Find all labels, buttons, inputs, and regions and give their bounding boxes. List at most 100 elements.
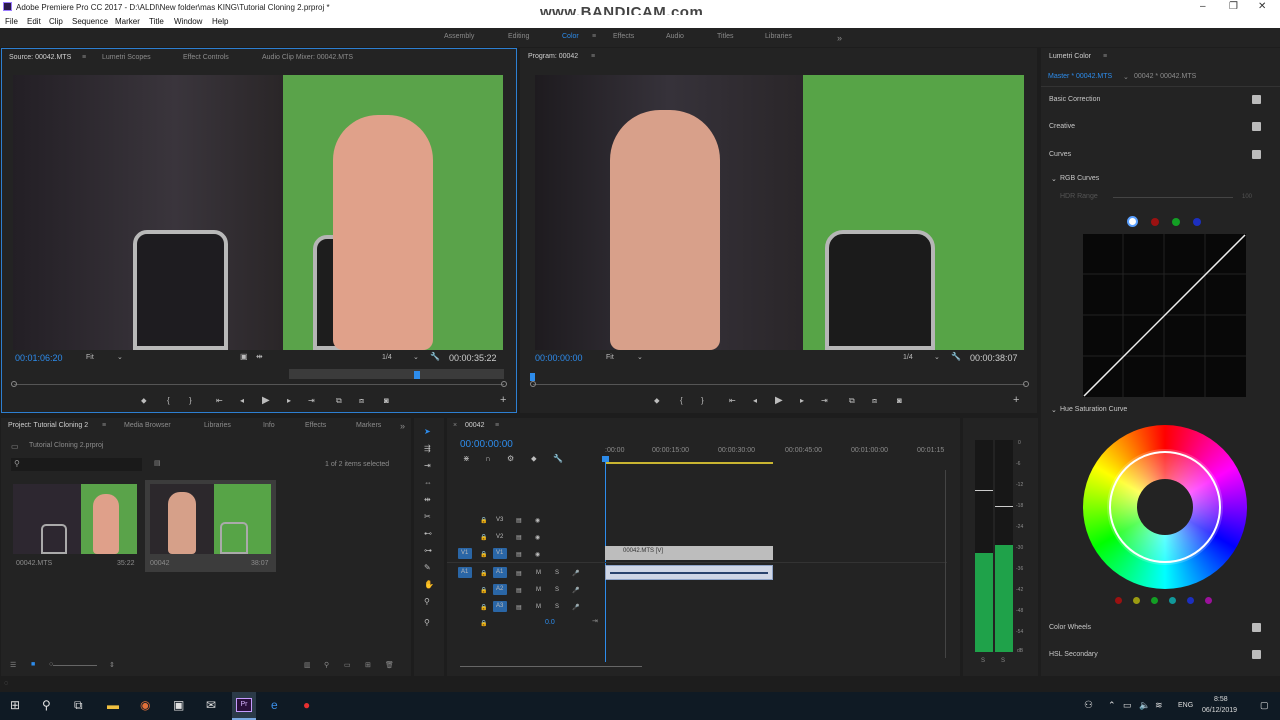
source-quality-chevron-icon[interactable]: ⌄ xyxy=(413,353,419,361)
file-explorer-icon[interactable]: ▬ xyxy=(107,698,119,712)
ws-editing[interactable]: Editing xyxy=(508,33,529,40)
v1-sync-icon[interactable]: ▤ xyxy=(516,551,522,558)
play-icon[interactable]: ▶ xyxy=(262,395,270,406)
new-bin-icon[interactable]: ▤ xyxy=(154,459,161,467)
people-icon[interactable]: ⚇ xyxy=(1084,700,1093,711)
section-creative[interactable]: Creative xyxy=(1049,123,1075,130)
lift-icon[interactable]: ⧉ xyxy=(849,396,855,406)
source-fit-select[interactable]: Fit xyxy=(86,354,94,361)
bandicam-icon[interactable]: ● xyxy=(303,698,310,712)
clock-time[interactable]: 8:58 xyxy=(1214,696,1228,703)
tab-markers[interactable]: Markers xyxy=(356,422,381,429)
program-step-forward-icon[interactable]: ▸ xyxy=(800,396,804,405)
zoom-tool-icon[interactable]: ⚲ xyxy=(424,597,430,606)
zoom-out-tool-icon[interactable]: ⚲ xyxy=(424,618,430,627)
project-more-icon[interactable]: » xyxy=(400,421,405,431)
new-bin-bottom-icon[interactable]: ▭ xyxy=(344,661,351,669)
add-button-icon[interactable]: + xyxy=(500,394,506,406)
source-playhead[interactable] xyxy=(414,371,420,379)
program-quality-select[interactable]: 1/4 xyxy=(903,354,913,361)
a2-sync-icon[interactable]: ▤ xyxy=(516,587,522,594)
slip-tool-icon[interactable]: ⊷ xyxy=(424,529,432,538)
source-wrench-icon[interactable]: 🔧 xyxy=(430,352,440,361)
hsl-red-dot[interactable] xyxy=(1115,597,1122,604)
camera-icon[interactable]: ◙ xyxy=(384,396,389,405)
premiere-taskbar-button[interactable]: Pr xyxy=(232,692,256,720)
v3-eye-icon[interactable]: ◉ xyxy=(535,517,540,524)
section-color-wheels[interactable]: Color Wheels xyxy=(1049,624,1091,631)
program-mark-in-icon[interactable]: { xyxy=(680,396,683,405)
nest-icon[interactable]: ⚙ xyxy=(507,454,514,463)
notifications-icon[interactable]: ▢ xyxy=(1260,700,1269,711)
timeline-settings-icon[interactable]: 🔧 xyxy=(553,454,563,463)
go-to-out-icon[interactable]: ⇥ xyxy=(308,396,315,405)
source-scrubber[interactable] xyxy=(14,384,504,385)
rgb-curves-chevron-icon[interactable]: ⌄ xyxy=(1051,175,1057,183)
mark-out-icon[interactable]: } xyxy=(189,396,192,405)
curves-checkbox[interactable] xyxy=(1252,150,1261,159)
restore-icon[interactable]: ❐ xyxy=(1229,1,1238,12)
a2-mute[interactable]: M xyxy=(536,587,541,593)
v2-eye-icon[interactable]: ◉ xyxy=(535,534,540,541)
a1-solo[interactable]: S xyxy=(555,570,559,576)
menu-sequence[interactable]: Sequence xyxy=(72,17,108,26)
hsl-yellow-dot[interactable] xyxy=(1133,597,1140,604)
menu-marker[interactable]: Marker xyxy=(115,17,140,26)
menu-title[interactable]: Title xyxy=(149,17,164,26)
program-timecode[interactable]: 00:00:00:00 xyxy=(535,353,583,363)
close-icon[interactable]: ✕ xyxy=(1258,1,1266,12)
curve-green-channel[interactable] xyxy=(1172,218,1180,226)
v2-sync-icon[interactable]: ▤ xyxy=(516,534,522,541)
minimize-icon[interactable]: – xyxy=(1200,1,1206,12)
trash-icon[interactable]: 🗑 xyxy=(385,661,394,669)
tab-program[interactable]: Program: 00042 xyxy=(528,53,578,60)
ripple-edit-tool-icon[interactable]: ⇥ xyxy=(424,461,431,470)
hsl-magenta-dot[interactable] xyxy=(1205,597,1212,604)
a3-lock-icon[interactable]: 🔒 xyxy=(480,604,487,611)
media-app-icon[interactable]: ◉ xyxy=(140,698,150,712)
project-item-name-2[interactable]: 00042 xyxy=(150,560,169,567)
menu-file[interactable]: File xyxy=(5,17,18,26)
tray-chevron-icon[interactable]: ⌃ xyxy=(1108,700,1116,711)
source-zoom-handle-right[interactable] xyxy=(501,381,507,387)
task-view-icon[interactable]: ⧉ xyxy=(74,698,83,713)
rgb-curves-label[interactable]: RGB Curves xyxy=(1060,175,1099,182)
a2-mic-icon[interactable]: 🎤 xyxy=(572,587,579,594)
project-item-thumb-2[interactable] xyxy=(150,484,271,554)
meter-solo-left[interactable]: S xyxy=(981,658,985,664)
rolling-edit-tool-icon[interactable]: ⇔ xyxy=(424,478,432,487)
store-icon[interactable]: ▣ xyxy=(173,698,184,712)
program-mark-out-icon[interactable]: } xyxy=(701,396,704,405)
a3-mic-icon[interactable]: 🎤 xyxy=(572,604,579,611)
overwrite-icon[interactable]: ⧈ xyxy=(359,396,364,406)
menu-clip[interactable]: Clip xyxy=(49,17,63,26)
meter-solo-right[interactable]: S xyxy=(1001,658,1005,664)
list-view-icon[interactable]: ☰ xyxy=(10,661,16,669)
a3-sync-icon[interactable]: ▤ xyxy=(516,604,522,611)
a1-mic-icon[interactable]: 🎤 xyxy=(572,570,579,577)
wifi-icon[interactable]: ≋ xyxy=(1155,700,1163,711)
lumetri-menu-icon[interactable]: ≡ xyxy=(1103,53,1107,60)
mail-icon[interactable]: ✉ xyxy=(206,698,216,712)
program-camera-icon[interactable]: ◙ xyxy=(897,396,902,405)
project-menu-icon[interactable]: ≡ xyxy=(102,422,106,429)
tab-timeline-sequence[interactable]: 00042 xyxy=(465,422,484,429)
program-play-icon[interactable]: ▶ xyxy=(775,395,783,406)
tab-menu-icon[interactable]: ≡ xyxy=(82,54,86,61)
program-zoom-handle-left[interactable] xyxy=(530,381,536,387)
tab-effects[interactable]: Effects xyxy=(305,422,326,429)
insert-clip-icon[interactable]: ⧉ xyxy=(336,396,342,406)
v1-source-patch[interactable]: V1 xyxy=(458,548,472,559)
a2-lock-icon[interactable]: 🔒 xyxy=(480,587,487,594)
v3-lock-icon[interactable]: 🔒 xyxy=(480,517,487,524)
timeline-menu-icon[interactable]: ≡ xyxy=(495,422,499,429)
linked-selection-icon[interactable]: ∩ xyxy=(485,454,491,463)
program-menu-icon[interactable]: ≡ xyxy=(591,53,595,60)
timeline-close-icon[interactable]: × xyxy=(453,422,457,429)
rate-stretch-tool-icon[interactable]: ⇹ xyxy=(424,495,431,504)
a1-source-patch[interactable]: A1 xyxy=(458,567,472,578)
source-quality-select[interactable]: 1/4 xyxy=(382,354,392,361)
ws-titles[interactable]: Titles xyxy=(717,33,733,40)
tab-media-browser[interactable]: Media Browser xyxy=(124,422,171,429)
menu-window[interactable]: Window xyxy=(174,17,202,26)
